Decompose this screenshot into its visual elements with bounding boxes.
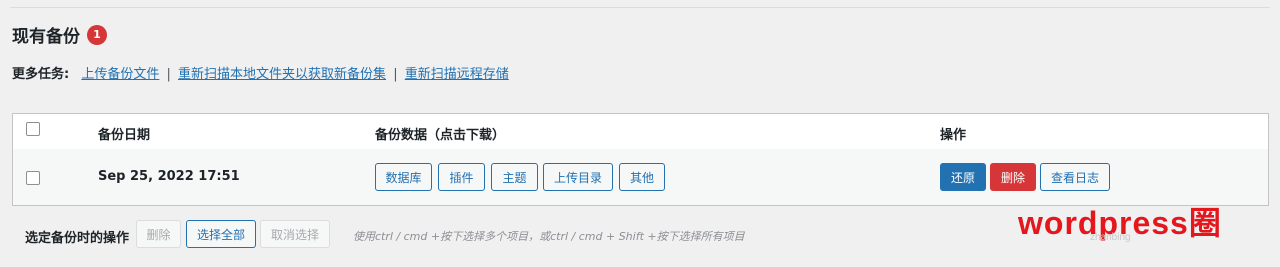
section-header: 现有备份 1 <box>12 22 107 47</box>
restore-button[interactable]: 还原 <box>940 163 986 191</box>
header-actions: 操作 <box>940 128 967 143</box>
selection-hint: 使用ctrl / cmd +按下选择多个项目，或ctrl / cmd + Shi… <box>353 230 745 243</box>
upload-backup-link[interactable]: 上传备份文件 <box>81 67 159 82</box>
rescan-remote-link[interactable]: 重新扫描远程存储 <box>405 67 509 82</box>
top-divider <box>10 7 1270 8</box>
view-log-button[interactable]: 查看日志 <box>1040 163 1110 191</box>
download-database-button[interactable]: 数据库 <box>375 163 432 191</box>
delete-button[interactable]: 删除 <box>990 163 1036 191</box>
row-checkbox[interactable] <box>26 171 40 185</box>
download-uploads-button[interactable]: 上传目录 <box>543 163 613 191</box>
more-tasks-label: 更多任务: <box>12 67 70 82</box>
rescan-local-link[interactable]: 重新扫描本地文件夹以获取新备份集 <box>178 67 386 82</box>
download-plugins-button[interactable]: 插件 <box>438 163 485 191</box>
download-others-button[interactable]: 其他 <box>619 163 665 191</box>
more-tasks: 更多任务: 上传备份文件 | 重新扫描本地文件夹以获取新备份集 | 重新扫描远程… <box>12 63 509 82</box>
watermark-subtext: zhanbing <box>1090 232 1131 243</box>
select-all-checkbox[interactable] <box>26 122 40 136</box>
page-title: 现有备份 <box>12 27 80 47</box>
link-separator: | <box>166 67 171 82</box>
backup-count-badge: 1 <box>87 24 107 45</box>
deselect-button[interactable]: 取消选择 <box>260 220 330 248</box>
link-separator: | <box>393 67 398 82</box>
select-all-button[interactable]: 选择全部 <box>186 220 256 248</box>
table-row[interactable]: Sep 25, 2022 17:51 数据库 插件 主题 上传目录 其他 还原 … <box>13 149 1268 205</box>
bulk-actions-label: 选定备份时的操作 <box>25 231 130 246</box>
backup-date: Sep 25, 2022 17:51 <box>98 169 240 184</box>
bulk-delete-button[interactable]: 删除 <box>136 220 181 248</box>
header-date: 备份日期 <box>98 128 151 143</box>
backups-table: 备份日期 备份数据（点击下载） 操作 Sep 25, 2022 17:51 数据… <box>12 113 1269 206</box>
download-themes-button[interactable]: 主题 <box>491 163 538 191</box>
header-data: 备份数据（点击下载） <box>375 128 506 143</box>
table-header: 备份日期 备份数据（点击下载） 操作 <box>13 114 1268 150</box>
